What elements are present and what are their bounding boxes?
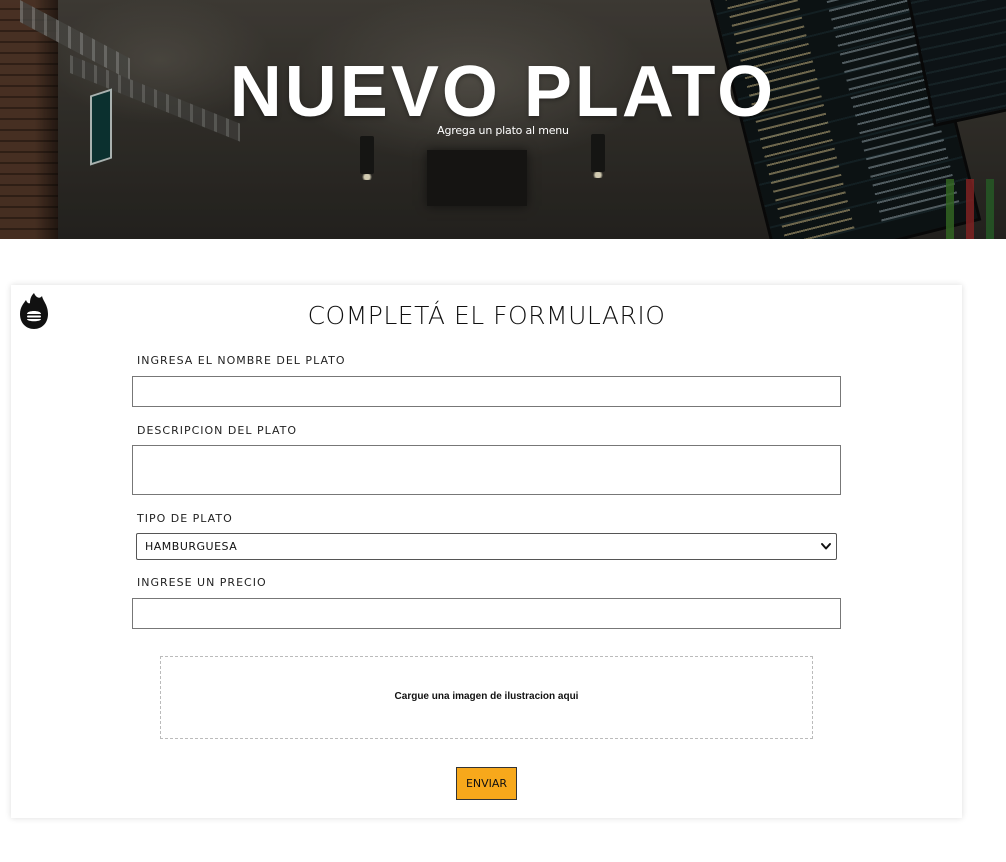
dish-name-input[interactable] — [132, 376, 841, 407]
image-dropzone[interactable]: Cargue una imagen de ilustracion aqui — [160, 656, 813, 739]
hero-banner: NUEVO PLATO Agrega un plato al menu — [0, 0, 1006, 239]
dish-form-card: COMPLETÁ EL FORMULARIO INGRESA EL NOMBRE… — [11, 285, 962, 818]
page-title: NUEVO PLATO — [229, 52, 777, 132]
dish-description-label: DESCRIPCION DEL PLATO — [137, 424, 298, 437]
submit-button[interactable]: ENVIAR — [456, 767, 517, 800]
dish-type-label: TIPO DE PLATO — [137, 512, 233, 525]
chevron-down-icon — [820, 539, 832, 553]
image-dropzone-text: Cargue una imagen de ilustracion aqui — [394, 691, 579, 702]
dish-description-textarea[interactable] — [132, 445, 841, 495]
page-subtitle: Agrega un plato al menu — [437, 124, 569, 137]
dish-price-label: INGRESE UN PRECIO — [137, 576, 267, 589]
form-title: COMPLETÁ EL FORMULARIO — [307, 301, 666, 330]
dish-type-select[interactable]: HAMBURGUESA — [136, 533, 837, 560]
dish-price-input[interactable] — [132, 598, 841, 629]
dish-type-selected-value: HAMBURGUESA — [145, 540, 238, 553]
dish-name-label: INGRESA EL NOMBRE DEL PLATO — [137, 354, 346, 367]
